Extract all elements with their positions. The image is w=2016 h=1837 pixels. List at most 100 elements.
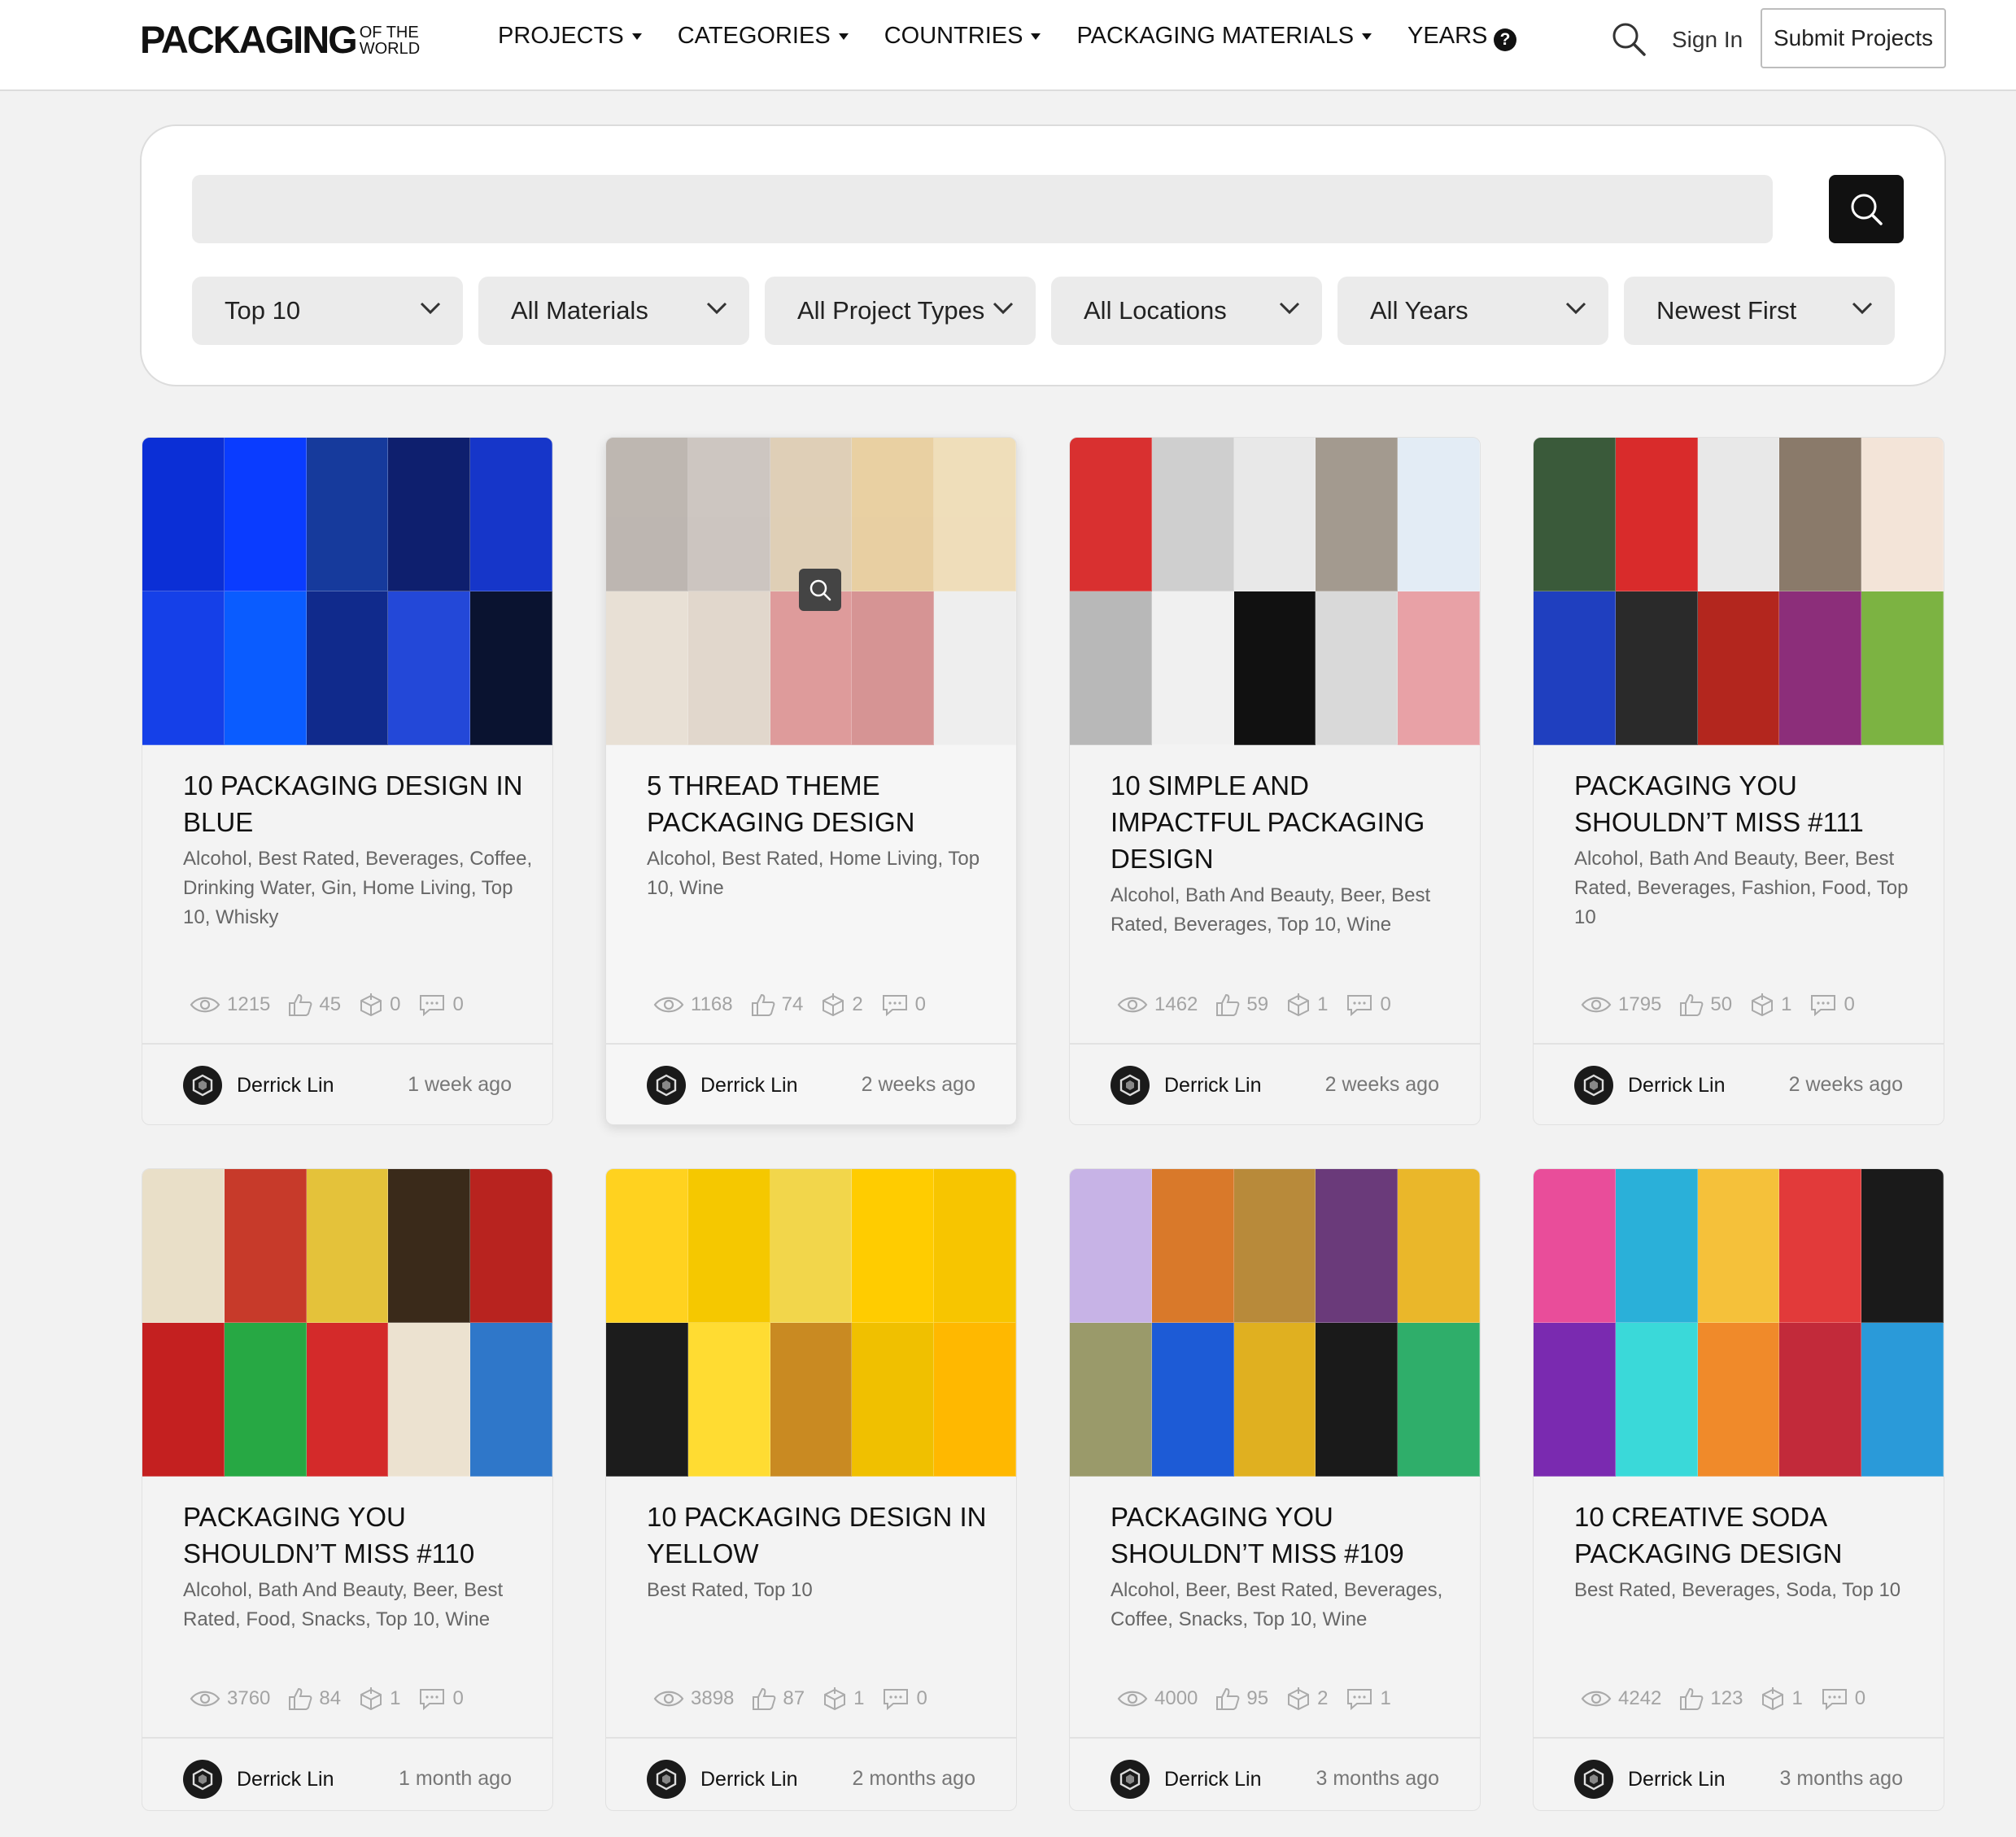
thumbnail-tile bbox=[1615, 1323, 1698, 1477]
thumbnail-tile bbox=[687, 1169, 770, 1323]
thumbnail-tile bbox=[852, 1323, 935, 1477]
thumbnail-tile bbox=[1398, 1169, 1480, 1323]
box-icon bbox=[824, 1687, 846, 1711]
likes-count: 84 bbox=[319, 1687, 342, 1709]
card-time: 2 months ago bbox=[852, 1767, 976, 1790]
thumbnail-tile bbox=[470, 591, 552, 745]
thumbnail-tile bbox=[388, 438, 471, 591]
thumbnail-tile bbox=[852, 591, 935, 745]
card-title[interactable]: 10 CREATIVE SODA PACKAGING DESIGN bbox=[1574, 1499, 1916, 1572]
caret-down-icon bbox=[631, 33, 642, 40]
nav-years[interactable]: YEARS bbox=[1407, 23, 1506, 50]
thumbnail-tile bbox=[770, 1323, 853, 1477]
thumbnail-tile bbox=[470, 1169, 552, 1323]
card-author[interactable]: Derrick Lin bbox=[183, 1760, 334, 1799]
card-title[interactable]: 10 PACKAGING DESIGN IN BLUE bbox=[183, 767, 525, 840]
likes-count: 95 bbox=[1246, 1687, 1269, 1709]
project-card[interactable]: 10 CREATIVE SODA PACKAGING DESIGN Best R… bbox=[1533, 1168, 1944, 1811]
submit-projects-button[interactable]: Submit Projects bbox=[1761, 8, 1946, 68]
saves-count: 0 bbox=[390, 993, 401, 1015]
filter-materials[interactable]: All Materials bbox=[478, 277, 749, 345]
sign-in-link[interactable]: Sign In bbox=[1672, 27, 1743, 53]
card-thumbnail[interactable] bbox=[606, 1169, 1016, 1477]
card-title[interactable]: 10 SIMPLE AND IMPACTFUL PACKAGING DESIGN bbox=[1111, 767, 1452, 877]
filter-project-types[interactable]: All Project Types bbox=[765, 277, 1036, 345]
card-tags: Alcohol, Bath And Beauty, Beer, Best Rat… bbox=[183, 1579, 504, 1630]
project-card[interactable]: PACKAGING YOU SHOULDN’T MISS #110 Alcoho… bbox=[142, 1168, 553, 1811]
likes-count: 123 bbox=[1710, 1687, 1743, 1709]
search-icon[interactable] bbox=[1611, 21, 1647, 61]
project-card[interactable]: PACKAGING YOU SHOULDN’T MISS #109 Alcoho… bbox=[1069, 1168, 1481, 1811]
nav-packaging-materials[interactable]: PACKAGING MATERIALS bbox=[1076, 23, 1372, 50]
likes-count: 45 bbox=[319, 993, 342, 1015]
comment-icon bbox=[1811, 995, 1836, 1016]
thumbnail-tile bbox=[1534, 1169, 1616, 1323]
search-input[interactable] bbox=[192, 175, 1773, 243]
project-card[interactable]: 10 PACKAGING DESIGN IN BLUE Alcohol, Bes… bbox=[142, 437, 553, 1125]
nav-projects[interactable]: PROJECTS bbox=[498, 23, 642, 50]
card-author[interactable]: Derrick Lin bbox=[1574, 1066, 1725, 1105]
avatar bbox=[1574, 1760, 1613, 1799]
card-author[interactable]: Derrick Lin bbox=[183, 1066, 334, 1105]
filter-locations[interactable]: All Locations bbox=[1051, 277, 1322, 345]
search-button[interactable] bbox=[1829, 175, 1904, 243]
card-thumbnail[interactable] bbox=[142, 438, 552, 745]
card-title[interactable]: PACKAGING YOU SHOULDN’T MISS #109 bbox=[1111, 1499, 1452, 1572]
card-author[interactable]: Derrick Lin bbox=[1111, 1066, 1261, 1105]
card-author[interactable]: Derrick Lin bbox=[647, 1760, 797, 1799]
nav-countries[interactable]: COUNTRIES bbox=[884, 23, 1041, 50]
chevron-down-icon bbox=[706, 302, 727, 315]
thumbnail-tile bbox=[687, 591, 770, 745]
site-logo[interactable]: PACKAGING OF THE WORLD bbox=[140, 20, 421, 59]
box-icon bbox=[360, 993, 382, 1017]
card-title[interactable]: PACKAGING YOU SHOULDN’T MISS #111 bbox=[1574, 767, 1916, 840]
card-author[interactable]: Derrick Lin bbox=[1111, 1760, 1261, 1799]
project-card[interactable]: 10 PACKAGING DESIGN IN YELLOW Best Rated… bbox=[605, 1168, 1017, 1811]
logo-sub-line2: WORLD bbox=[359, 40, 421, 58]
project-card[interactable]: 10 SIMPLE AND IMPACTFUL PACKAGING DESIGN… bbox=[1069, 437, 1481, 1125]
filter-years[interactable]: All Years bbox=[1337, 277, 1608, 345]
card-thumbnail[interactable] bbox=[142, 1169, 552, 1477]
zoom-button[interactable] bbox=[799, 569, 841, 611]
thumbnail-tile bbox=[1861, 1323, 1944, 1477]
thumbnail-tile bbox=[1615, 591, 1698, 745]
thumbnail-tile bbox=[687, 1323, 770, 1477]
card-time: 1 month ago bbox=[399, 1767, 512, 1790]
chevron-down-icon bbox=[420, 302, 441, 315]
filter-sort[interactable]: Newest First bbox=[1624, 277, 1895, 345]
card-thumbnail[interactable] bbox=[1070, 1169, 1480, 1477]
author-name: Derrick Lin bbox=[237, 1073, 334, 1097]
project-card[interactable]: 5 THREAD THEME PACKAGING DESIGN Alcohol,… bbox=[605, 437, 1017, 1125]
card-title[interactable]: PACKAGING YOU SHOULDN’T MISS #110 bbox=[183, 1499, 525, 1572]
card-author[interactable]: Derrick Lin bbox=[647, 1066, 797, 1105]
author-name: Derrick Lin bbox=[700, 1767, 798, 1791]
thumbnail-tile bbox=[934, 438, 1016, 591]
help-icon[interactable]: ? bbox=[1494, 28, 1516, 51]
comment-icon bbox=[882, 995, 907, 1016]
chevron-down-icon bbox=[1852, 302, 1873, 315]
nav-categories[interactable]: CATEGORIES bbox=[678, 23, 849, 50]
thumbnail-tile bbox=[1398, 438, 1480, 591]
card-thumbnail[interactable] bbox=[1534, 438, 1944, 745]
card-thumbnail[interactable] bbox=[1534, 1169, 1944, 1477]
box-icon bbox=[1288, 1687, 1310, 1711]
comments-count: 0 bbox=[1380, 993, 1391, 1015]
thumbnail-tile bbox=[470, 1323, 552, 1477]
thumbnail-tile bbox=[934, 1169, 1016, 1323]
avatar bbox=[183, 1066, 222, 1105]
project-card[interactable]: PACKAGING YOU SHOULDN’T MISS #111 Alcoho… bbox=[1533, 437, 1944, 1125]
card-title[interactable]: 10 PACKAGING DESIGN IN YELLOW bbox=[647, 1499, 988, 1572]
card-title[interactable]: 5 THREAD THEME PACKAGING DESIGN bbox=[647, 767, 988, 840]
eye-icon bbox=[653, 997, 684, 1013]
eye-icon bbox=[190, 1691, 220, 1707]
thumbnail-tile bbox=[142, 1323, 225, 1477]
card-thumbnail[interactable] bbox=[1070, 438, 1480, 745]
comment-icon bbox=[420, 1689, 445, 1710]
thumbnail-tile bbox=[852, 1169, 935, 1323]
saves-count: 1 bbox=[1791, 1687, 1803, 1709]
thumbnail-tile bbox=[606, 438, 688, 591]
thumbnail-tile bbox=[1151, 1169, 1234, 1323]
filter-ranking[interactable]: Top 10 bbox=[192, 277, 463, 345]
thumbnail-tile bbox=[1697, 1169, 1780, 1323]
card-author[interactable]: Derrick Lin bbox=[1574, 1760, 1725, 1799]
